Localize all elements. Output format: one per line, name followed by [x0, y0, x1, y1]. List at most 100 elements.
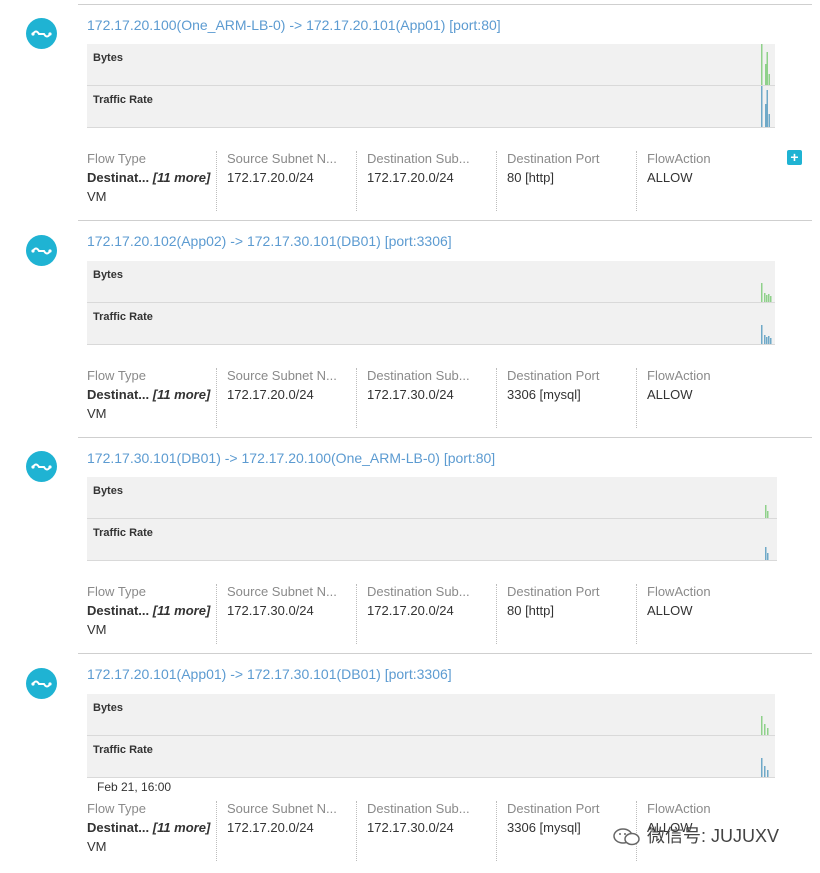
col-value-extra: VM	[87, 189, 107, 204]
destination-subnet-col: Destination Sub... 172.17.20.0/24	[367, 584, 492, 644]
flow-title[interactable]: 172.17.20.101(App01) -> 172.17.30.101(DB…	[87, 666, 452, 682]
col-value: 172.17.20.0/24	[227, 820, 314, 835]
bytes-sparkline	[761, 716, 769, 735]
traffic-rate-sparkline	[761, 758, 769, 777]
divider	[496, 368, 497, 428]
col-header: Source Subnet N...	[227, 368, 337, 383]
col-header: Destination Sub...	[367, 151, 470, 166]
traffic-rate-sparkline	[761, 325, 772, 344]
traffic-rate-lane: Traffic Rate	[87, 736, 775, 778]
divider	[496, 151, 497, 211]
col-value: 172.17.20.0/24	[227, 170, 314, 185]
destination-subnet-col: Destination Sub... 172.17.30.0/24	[367, 801, 492, 861]
col-value: 172.17.20.0/24	[227, 387, 314, 402]
col-value: ALLOW	[647, 603, 693, 618]
bytes-lane: Bytes	[87, 44, 775, 86]
flow-chart: Bytes Traffic Rate	[87, 44, 775, 129]
more-link[interactable]: [11 more]	[153, 820, 211, 835]
col-value: Destinat...	[87, 387, 150, 402]
flow-type-col: Flow Type Destinat... [11 more] VM	[87, 368, 212, 428]
col-header: FlowAction	[647, 368, 711, 383]
col-value: 3306 [mysql]	[507, 387, 581, 402]
col-header: Source Subnet N...	[227, 151, 337, 166]
divider	[216, 584, 217, 644]
lane-label: Traffic Rate	[93, 527, 153, 539]
flow-chart: Bytes Traffic Rate	[87, 694, 775, 779]
flow-title[interactable]: 172.17.20.102(App02) -> 172.17.30.101(DB…	[87, 233, 452, 249]
col-header: Destination Sub...	[367, 368, 470, 383]
divider	[356, 151, 357, 211]
col-header: Destination Port	[507, 151, 600, 166]
divider	[216, 151, 217, 211]
bytes-lane: Bytes	[87, 694, 775, 736]
lane-label: Bytes	[93, 269, 123, 281]
col-header: Flow Type	[87, 368, 147, 383]
flow-type-col: Flow Type Destinat... [11 more] VM	[87, 151, 212, 211]
time-axis-label: Feb 21, 16:00	[97, 780, 172, 794]
col-value-extra: VM	[87, 839, 107, 854]
lane-label: Bytes	[93, 485, 123, 497]
flow-details: Flow Type Destinat... [11 more] VM Sourc…	[87, 584, 787, 646]
flow-details: Flow Type Destinat... [11 more] VM Sourc…	[87, 368, 787, 430]
flow-chart: Bytes Traffic Rate	[87, 477, 777, 562]
flow-details: Flow Type Destinat... [11 more] VM Sourc…	[87, 151, 787, 213]
col-header: FlowAction	[647, 584, 711, 599]
flow-type-col: Flow Type Destinat... [11 more] VM	[87, 584, 212, 644]
more-link[interactable]: [11 more]	[153, 603, 211, 618]
divider	[216, 368, 217, 428]
traffic-rate-sparkline	[761, 86, 770, 127]
col-header: Destination Sub...	[367, 801, 470, 816]
expand-button[interactable]: +	[787, 150, 802, 165]
flow-link-icon	[26, 235, 57, 266]
destination-port-col: Destination Port 3306 [mysql]	[507, 368, 632, 428]
destination-port-col: Destination Port 80 [http]	[507, 584, 632, 644]
col-value: ALLOW	[647, 170, 693, 185]
col-value: 172.17.20.0/24	[367, 170, 454, 185]
divider	[78, 220, 812, 221]
col-header: Source Subnet N...	[227, 801, 337, 816]
bytes-lane: Bytes	[87, 477, 777, 519]
bytes-sparkline	[761, 283, 772, 302]
col-header: Flow Type	[87, 584, 147, 599]
bytes-sparkline	[765, 505, 769, 518]
destination-subnet-col: Destination Sub... 172.17.20.0/24	[367, 151, 492, 211]
traffic-rate-lane: Traffic Rate	[87, 303, 775, 345]
col-header: Destination Port	[507, 368, 600, 383]
flow-action-col: FlowAction ALLOW	[647, 368, 772, 428]
col-header: FlowAction	[647, 801, 711, 816]
flow-title[interactable]: 172.17.30.101(DB01) -> 172.17.20.100(One…	[87, 450, 495, 466]
divider	[78, 4, 812, 5]
source-subnet-col: Source Subnet N... 172.17.20.0/24	[227, 151, 352, 211]
col-value: 80 [http]	[507, 603, 554, 618]
flow-title[interactable]: 172.17.20.100(One_ARM-LB-0) -> 172.17.20…	[87, 17, 501, 33]
col-value: 172.17.30.0/24	[227, 603, 314, 618]
watermark: 微信号: JUJUXV	[612, 822, 779, 848]
col-header: Destination Port	[507, 801, 600, 816]
bytes-lane: Bytes	[87, 261, 775, 303]
col-value-extra: VM	[87, 622, 107, 637]
source-subnet-col: Source Subnet N... 172.17.30.0/24	[227, 584, 352, 644]
traffic-rate-sparkline	[765, 547, 769, 560]
divider	[636, 151, 637, 211]
col-value: 172.17.30.0/24	[367, 820, 454, 835]
col-header: Flow Type	[87, 151, 147, 166]
flow-action-col: FlowAction ALLOW	[647, 584, 772, 644]
more-link[interactable]: [11 more]	[153, 387, 211, 402]
col-value: 172.17.30.0/24	[367, 387, 454, 402]
flow-action-col: FlowAction ALLOW	[647, 151, 772, 211]
destination-port-col: Destination Port 80 [http]	[507, 151, 632, 211]
more-link[interactable]: [11 more]	[153, 170, 211, 185]
destination-subnet-col: Destination Sub... 172.17.30.0/24	[367, 368, 492, 428]
source-subnet-col: Source Subnet N... 172.17.20.0/24	[227, 368, 352, 428]
col-value: Destinat...	[87, 820, 150, 835]
lane-label: Traffic Rate	[93, 744, 153, 756]
divider	[78, 653, 812, 654]
col-value: Destinat...	[87, 603, 150, 618]
flow-link-icon	[26, 668, 57, 699]
traffic-rate-lane: Traffic Rate	[87, 519, 777, 561]
flow-chart: Bytes Traffic Rate	[87, 261, 775, 346]
divider	[356, 584, 357, 644]
traffic-rate-lane: Traffic Rate	[87, 86, 775, 128]
lane-label: Traffic Rate	[93, 311, 153, 323]
flow-link-icon	[26, 18, 57, 49]
